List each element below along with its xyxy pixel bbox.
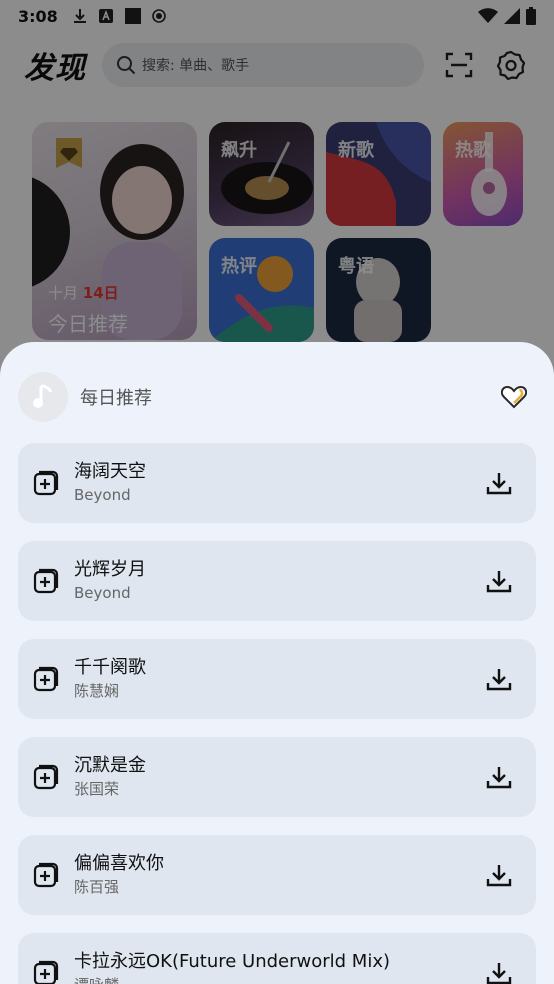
add-to-playlist-icon[interactable] [33,470,59,496]
song-artist: 陈百强 [74,878,120,896]
song-title: 海阔天空 [74,461,146,482]
sheet-header: 每日推荐 [18,372,536,422]
add-to-playlist-icon[interactable] [33,764,59,790]
song-artist: 谭咏麟 [74,974,390,984]
song-item[interactable]: 海阔天空 Beyond [18,443,536,523]
add-to-playlist-icon[interactable] [33,862,59,888]
download-icon[interactable] [486,470,512,496]
add-to-playlist-icon[interactable] [33,960,59,984]
song-item[interactable]: 偏偏喜欢你 陈百强 [18,835,536,915]
music-note-icon [33,384,53,408]
song-artist: Beyond [74,486,131,504]
favorite-button[interactable] [500,383,528,411]
song-title: 卡拉永远OK(Future Underworld Mix) [74,951,391,972]
heart-icon [501,385,527,409]
add-to-playlist-icon[interactable] [33,666,59,692]
daily-recommend-sheet: 每日推荐 海阔天空 Beyond 光辉岁月 Beyond 千千阕歌 陈慧娴 沉默… [0,342,554,984]
playlist-avatar [18,372,68,422]
song-item[interactable]: 千千阕歌 陈慧娴 [18,639,536,719]
song-title: 光辉岁月 [74,559,146,580]
download-icon[interactable] [486,862,512,888]
download-icon[interactable] [486,666,512,692]
song-title: 沉默是金 [74,755,146,776]
song-title: 偏偏喜欢你 [74,853,164,874]
song-artist: Beyond [74,584,131,602]
sheet-title: 每日推荐 [80,388,152,409]
song-item[interactable]: 光辉岁月 Beyond [18,541,536,621]
download-icon[interactable] [486,764,512,790]
song-item[interactable]: 卡拉永远OK(Future Underworld Mix) 谭咏麟 [18,933,536,984]
song-title: 千千阕歌 [74,657,146,678]
song-artist: 张国荣 [74,780,120,798]
song-artist: 陈慧娴 [74,682,120,700]
song-item[interactable]: 沉默是金 张国荣 [18,737,536,817]
add-to-playlist-icon[interactable] [33,568,59,594]
download-icon[interactable] [486,960,512,984]
download-icon[interactable] [486,568,512,594]
